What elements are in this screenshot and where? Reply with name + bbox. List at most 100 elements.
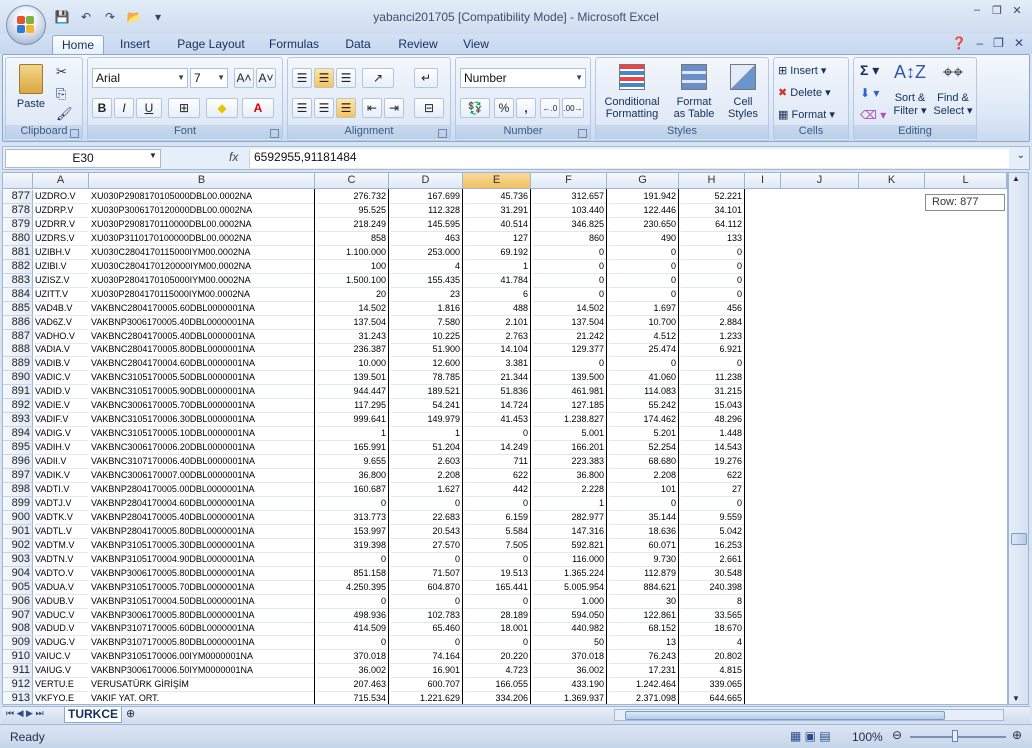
table-cell[interactable]: 166.201 (533, 441, 606, 456)
table-cell[interactable]: 0 (609, 497, 678, 511)
table-cell[interactable]: 19.276 (681, 455, 744, 470)
zoom-slider[interactable] (910, 736, 1006, 738)
table-cell[interactable]: 0 (609, 274, 678, 288)
column-header-b[interactable]: B (89, 173, 315, 189)
chevron-down-icon[interactable]: ▼ (149, 151, 157, 160)
table-cell[interactable]: 711 (465, 455, 530, 470)
row-header[interactable]: 877 (3, 190, 33, 204)
font-launcher-icon[interactable] (270, 129, 279, 138)
row-header[interactable]: 898 (3, 482, 33, 497)
column-header-l[interactable]: L (925, 173, 1007, 189)
table-cell[interactable]: 0 (391, 595, 462, 609)
table-cell[interactable]: 174.462 (609, 413, 678, 428)
table-cell[interactable]: 334.206 (465, 692, 530, 704)
row-header[interactable]: 885 (3, 301, 33, 316)
align-right-button[interactable]: ☰ (336, 98, 356, 118)
table-cell[interactable]: VAIUC.V (35, 650, 88, 665)
table-cell[interactable]: 0 (533, 288, 606, 302)
table-cell[interactable]: XU030C2804170120000IYM00.0002NA (91, 260, 314, 274)
table-cell[interactable]: 48.296 (681, 413, 744, 428)
table-cell[interactable]: 600.707 (391, 678, 462, 693)
table-cell[interactable]: 2.661 (681, 553, 744, 567)
table-cell[interactable]: 2.763 (465, 330, 530, 344)
table-cell[interactable]: 4.250.395 (317, 581, 388, 595)
table-cell[interactable]: 102.783 (391, 609, 462, 623)
table-cell[interactable]: 41.060 (609, 371, 678, 386)
table-cell[interactable]: 456 (681, 302, 744, 316)
table-cell[interactable]: UZDRO.V (35, 190, 88, 204)
table-cell[interactable]: 50 (533, 636, 606, 651)
row-header[interactable]: 882 (3, 259, 33, 274)
underline-button[interactable]: U (136, 98, 162, 118)
row-header[interactable]: 888 (3, 343, 33, 358)
table-cell[interactable]: 41.453 (465, 413, 530, 428)
percent-button[interactable]: % (494, 98, 514, 118)
table-cell[interactable]: 2.228 (533, 483, 606, 497)
table-cell[interactable]: 0 (465, 636, 530, 651)
table-cell[interactable]: 9.559 (681, 511, 744, 525)
table-cell[interactable]: VADTL.V (35, 525, 88, 539)
table-cell[interactable]: 3.381 (465, 357, 530, 372)
table-cell[interactable]: 65.460 (391, 622, 462, 637)
table-cell[interactable]: 36.002 (533, 664, 606, 679)
table-cell[interactable]: 103.440 (533, 204, 606, 218)
table-cell[interactable]: 133 (681, 232, 744, 246)
table-cell[interactable]: VADTJ.V (35, 497, 88, 511)
table-cell[interactable]: 145.595 (391, 218, 462, 232)
table-cell[interactable]: 22.683 (391, 511, 462, 525)
row-header[interactable]: 903 (3, 552, 33, 567)
table-cell[interactable]: 16.253 (681, 539, 744, 553)
table-cell[interactable]: VAKBNC2804170005.80DBL0000001NA (91, 343, 314, 358)
table-cell[interactable]: 4 (681, 636, 744, 651)
table-cell[interactable]: VAKBNP2804170005.80DBL0000001NA (91, 525, 314, 539)
table-cell[interactable]: 346.825 (533, 218, 606, 232)
table-cell[interactable]: 149.979 (391, 413, 462, 428)
horizontal-scrollbar[interactable] (614, 709, 1004, 721)
table-cell[interactable]: 6 (465, 288, 530, 302)
row-header[interactable]: 900 (3, 510, 33, 525)
table-cell[interactable]: UZISZ.V (35, 274, 88, 288)
table-cell[interactable]: 2.603 (391, 455, 462, 470)
table-cell[interactable]: VADIG.V (35, 427, 88, 442)
table-cell[interactable]: 1.238.827 (533, 413, 606, 428)
ribbon-minimize-icon[interactable]: – (976, 36, 983, 50)
table-cell[interactable]: 27.570 (391, 539, 462, 553)
table-cell[interactable]: VAKBNP3107170005.60DBL0000001NA (91, 622, 314, 637)
table-cell[interactable]: 20.220 (465, 650, 530, 665)
table-cell[interactable]: 230.650 (609, 218, 678, 232)
scroll-thumb[interactable] (1011, 533, 1027, 545)
table-cell[interactable]: 0 (681, 288, 744, 302)
table-cell[interactable]: 463 (391, 232, 462, 246)
table-cell[interactable]: 33.565 (681, 609, 744, 623)
font-name-combo[interactable]: Arial ▼ (92, 68, 188, 88)
table-cell[interactable]: VADIC.V (35, 371, 88, 386)
table-cell[interactable]: 68.680 (609, 455, 678, 470)
table-cell[interactable]: 0 (609, 260, 678, 274)
table-cell[interactable]: VADTM.V (35, 539, 88, 553)
table-cell[interactable]: 488 (465, 302, 530, 316)
table-cell[interactable]: 14.543 (681, 441, 744, 456)
table-cell[interactable]: 74.164 (391, 650, 462, 665)
table-cell[interactable]: 1.100.000 (317, 246, 388, 260)
table-cell[interactable]: 69.192 (465, 246, 530, 260)
table-cell[interactable]: 1.500.100 (317, 274, 388, 288)
table-cell[interactable]: VADUB.V (35, 595, 88, 609)
delete-cells-button[interactable]: ✖ Delete ▾ (778, 86, 831, 99)
table-cell[interactable]: 14.502 (533, 302, 606, 316)
table-cell[interactable]: 0 (609, 357, 678, 372)
table-cell[interactable]: 20.802 (681, 650, 744, 665)
table-cell[interactable]: VADIE.V (35, 399, 88, 414)
table-cell[interactable]: VAD6Z.V (35, 316, 88, 330)
table-cell[interactable]: 68.152 (609, 622, 678, 637)
table-cell[interactable]: 137.504 (317, 316, 388, 330)
currency-button[interactable]: 💱 (460, 98, 490, 118)
table-cell[interactable]: 64.112 (681, 218, 744, 232)
table-cell[interactable]: VAKBNC3006170006.20DBL0000001NA (91, 441, 314, 456)
expand-formula-icon[interactable]: ⌄ (1017, 150, 1025, 161)
column-header-h[interactable]: H (679, 173, 745, 189)
insert-cells-button[interactable]: ⊞ Insert ▾ (778, 64, 826, 77)
table-cell[interactable]: 112.328 (391, 204, 462, 218)
sheet-tab-turkce[interactable]: TURKCE (64, 707, 122, 723)
table-cell[interactable]: 1.627 (391, 483, 462, 497)
table-cell[interactable]: VADTK.V (35, 511, 88, 525)
